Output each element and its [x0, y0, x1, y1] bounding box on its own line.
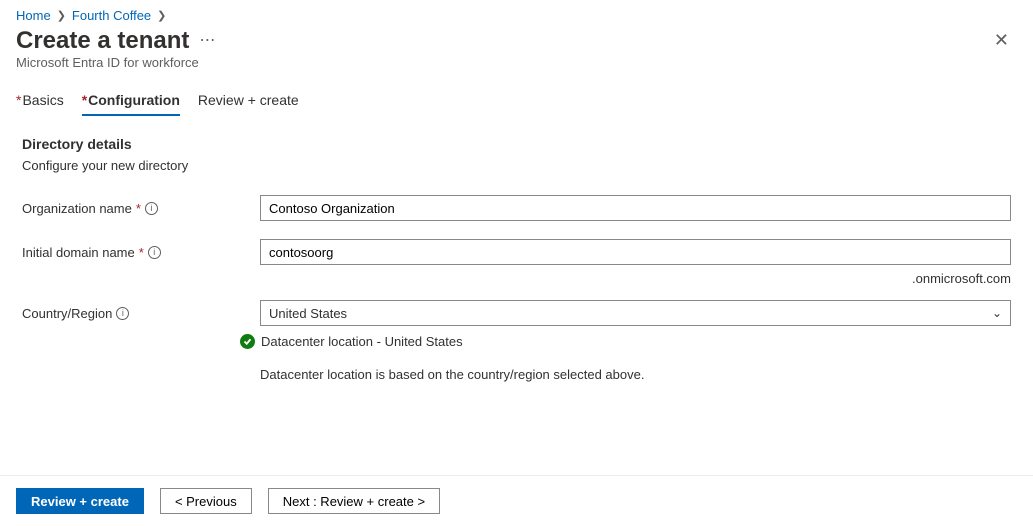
- field-organization-name: Organization name * i: [0, 191, 1033, 225]
- domain-suffix: .onmicrosoft.com: [912, 271, 1011, 286]
- required-asterisk: *: [16, 92, 21, 108]
- field-country-region: Country/Region i United States ⌄: [0, 296, 1033, 330]
- breadcrumb-fourth-coffee[interactable]: Fourth Coffee: [72, 8, 151, 23]
- more-icon[interactable]: ⋯: [199, 30, 216, 50]
- required-asterisk: *: [82, 92, 87, 108]
- org-name-label: Organization name: [22, 201, 132, 216]
- tab-configuration[interactable]: *Configuration: [82, 86, 180, 116]
- info-icon[interactable]: i: [145, 202, 158, 215]
- tab-review-create[interactable]: Review + create: [198, 86, 299, 116]
- required-asterisk: *: [136, 201, 141, 216]
- region-select[interactable]: United States ⌄: [260, 300, 1011, 326]
- chevron-down-icon: ⌄: [992, 306, 1002, 320]
- domain-suffix-row: .onmicrosoft.com: [0, 269, 1033, 296]
- domain-label: Initial domain name: [22, 245, 135, 260]
- section-desc: Configure your new directory: [0, 158, 1033, 191]
- check-circle-icon: [240, 334, 255, 349]
- org-name-input[interactable]: [260, 195, 1011, 221]
- field-initial-domain: Initial domain name * i: [0, 235, 1033, 269]
- page-subtitle: Microsoft Entra ID for workforce: [0, 55, 1033, 86]
- region-value: United States: [269, 306, 347, 321]
- section-heading: Directory details: [0, 136, 1033, 158]
- page-title: Create a tenant: [16, 27, 189, 55]
- title-bar: Create a tenant ⋯ ✕: [0, 25, 1033, 55]
- chevron-right-icon: ❯: [157, 9, 166, 22]
- previous-button[interactable]: < Previous: [160, 488, 252, 514]
- review-create-button[interactable]: Review + create: [16, 488, 144, 514]
- info-icon[interactable]: i: [116, 307, 129, 320]
- next-button[interactable]: Next : Review + create >: [268, 488, 440, 514]
- info-icon[interactable]: i: [148, 246, 161, 259]
- region-label: Country/Region: [22, 306, 112, 321]
- breadcrumb-home[interactable]: Home: [16, 8, 51, 23]
- tab-basics-label: Basics: [22, 92, 63, 108]
- datacenter-note-row: Datacenter location is based on the coun…: [0, 353, 1033, 382]
- required-asterisk: *: [139, 245, 144, 260]
- datacenter-location-row: Datacenter location - United States: [0, 330, 1033, 353]
- wizard-footer: Review + create < Previous Next : Review…: [0, 475, 1033, 526]
- wizard-tabs: *Basics *Configuration Review + create: [0, 86, 1033, 116]
- tab-review-label: Review + create: [198, 92, 299, 108]
- tab-configuration-label: Configuration: [88, 92, 180, 108]
- breadcrumb: Home ❯ Fourth Coffee ❯: [0, 0, 1033, 25]
- close-icon[interactable]: ✕: [986, 26, 1017, 55]
- datacenter-note: Datacenter location is based on the coun…: [260, 367, 644, 382]
- domain-input[interactable]: [260, 239, 1011, 265]
- tab-basics[interactable]: *Basics: [16, 86, 64, 116]
- datacenter-location: Datacenter location - United States: [261, 334, 463, 349]
- chevron-right-icon: ❯: [57, 9, 66, 22]
